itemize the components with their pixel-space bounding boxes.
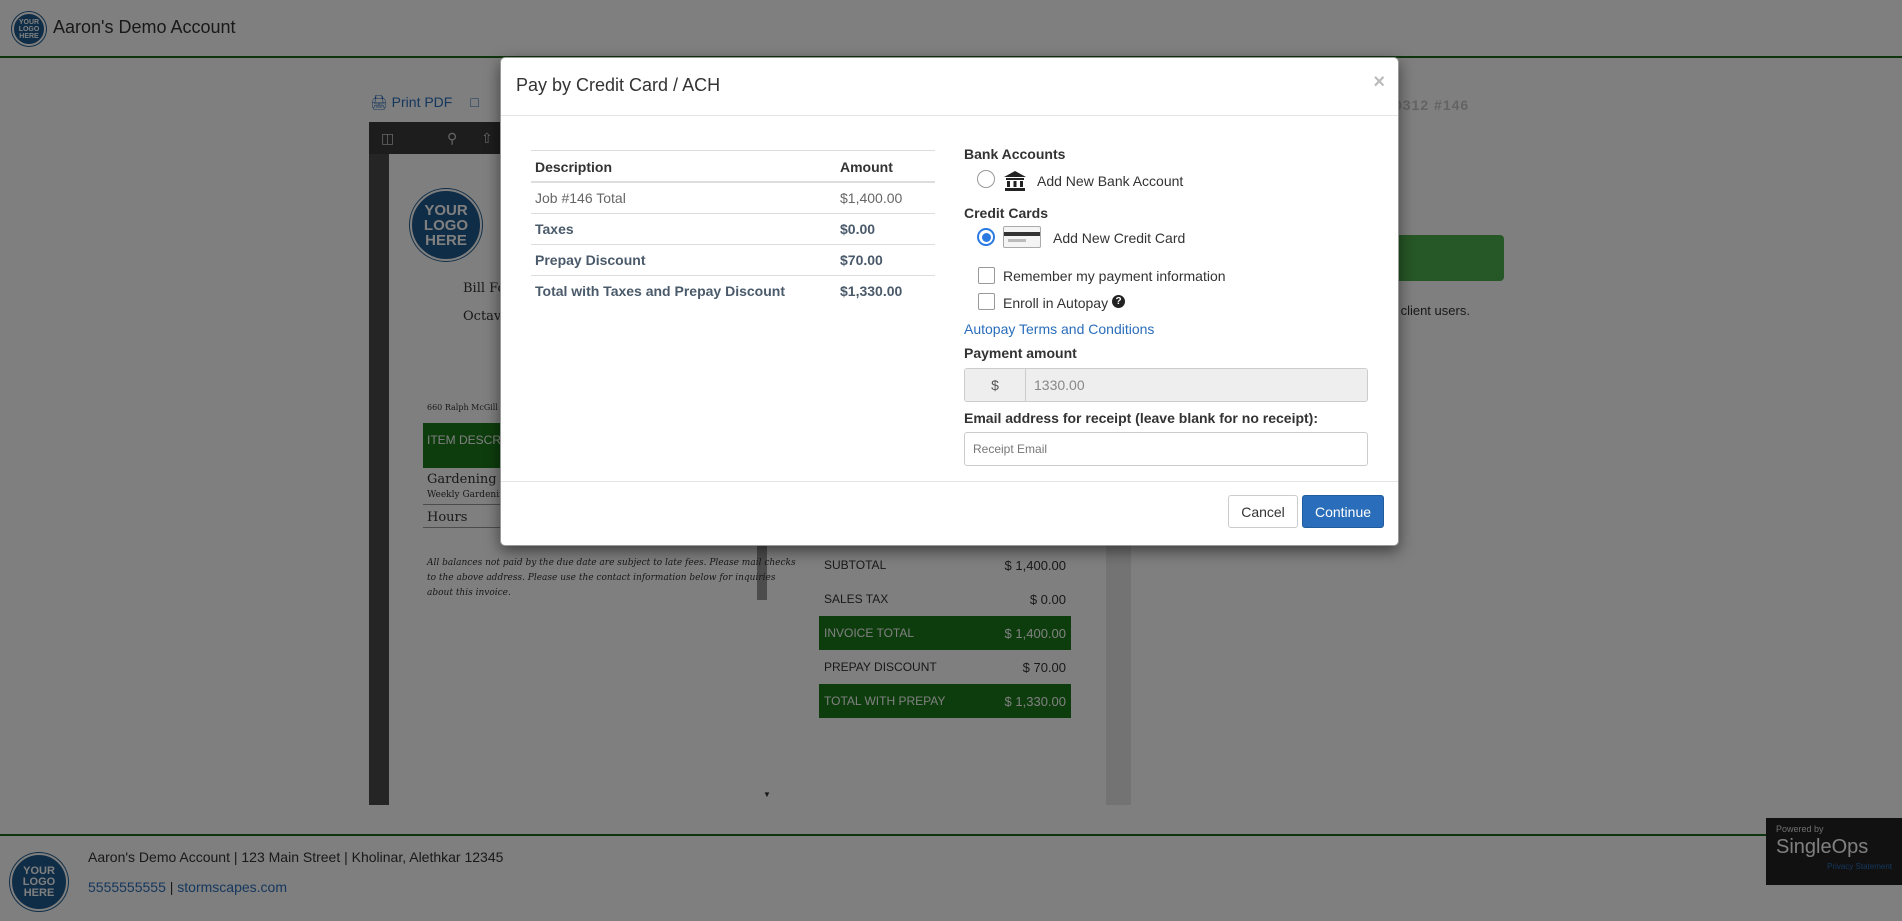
payment-summary-table: Description Amount Job #146 Total $1,400…	[531, 150, 935, 306]
bank-icon	[1004, 171, 1026, 191]
table-row: Job #146 Total $1,400.00	[531, 182, 935, 214]
add-bank-radio[interactable]	[977, 170, 995, 188]
table-header-row: Description Amount	[531, 150, 935, 183]
payment-amount-input[interactable]	[1026, 369, 1367, 401]
payment-amount-group: $	[964, 368, 1368, 402]
row-description: Job #146 Total	[531, 182, 836, 214]
add-bank-label[interactable]: Add New Bank Account	[1037, 173, 1183, 189]
autopay-terms-link[interactable]: Autopay Terms and Conditions	[964, 321, 1154, 337]
bank-accounts-label: Bank Accounts	[964, 146, 1066, 162]
add-card-radio[interactable]	[977, 228, 995, 246]
row-description: Taxes	[531, 213, 836, 245]
table-row: Total with Taxes and Prepay Discount $1,…	[531, 275, 935, 306]
modal-footer: Cancel Continue	[501, 481, 1398, 547]
cancel-button[interactable]: Cancel	[1228, 495, 1298, 528]
payment-modal: Pay by Credit Card / ACH × Description A…	[500, 57, 1399, 546]
question-icon[interactable]: ?	[1112, 295, 1125, 308]
row-amount: $1,400.00	[836, 182, 935, 214]
modal-title: Pay by Credit Card / ACH	[516, 75, 721, 95]
credit-card-icon	[1003, 226, 1041, 248]
amount-column-header: Amount	[836, 150, 935, 183]
currency-addon: $	[965, 369, 1026, 401]
remember-checkbox[interactable]	[978, 267, 995, 284]
table-row: Prepay Discount $70.00	[531, 244, 935, 276]
credit-cards-label: Credit Cards	[964, 205, 1049, 221]
add-card-label[interactable]: Add New Credit Card	[1053, 230, 1185, 246]
row-amount: $1,330.00	[840, 282, 903, 299]
description-column-header: Description	[531, 150, 836, 183]
table-row: Taxes $0.00	[531, 213, 935, 245]
autopay-checkbox[interactable]	[978, 293, 995, 310]
row-amount: $70.00	[836, 244, 935, 276]
row-description: Total with Taxes and Prepay Discount	[535, 282, 785, 299]
continue-button[interactable]: Continue	[1302, 495, 1384, 528]
row-description: Prepay Discount	[531, 244, 836, 276]
receipt-email-input[interactable]	[964, 432, 1368, 466]
payment-amount-label: Payment amount	[964, 345, 1077, 361]
autopay-label[interactable]: Enroll in Autopay	[1003, 295, 1108, 311]
remember-label[interactable]: Remember my payment information	[1003, 268, 1226, 284]
row-amount: $0.00	[836, 213, 935, 245]
email-receipt-label: Email address for receipt (leave blank f…	[964, 410, 1318, 426]
modal-header: Pay by Credit Card / ACH ×	[501, 58, 1398, 116]
close-icon[interactable]: ×	[1373, 71, 1385, 94]
